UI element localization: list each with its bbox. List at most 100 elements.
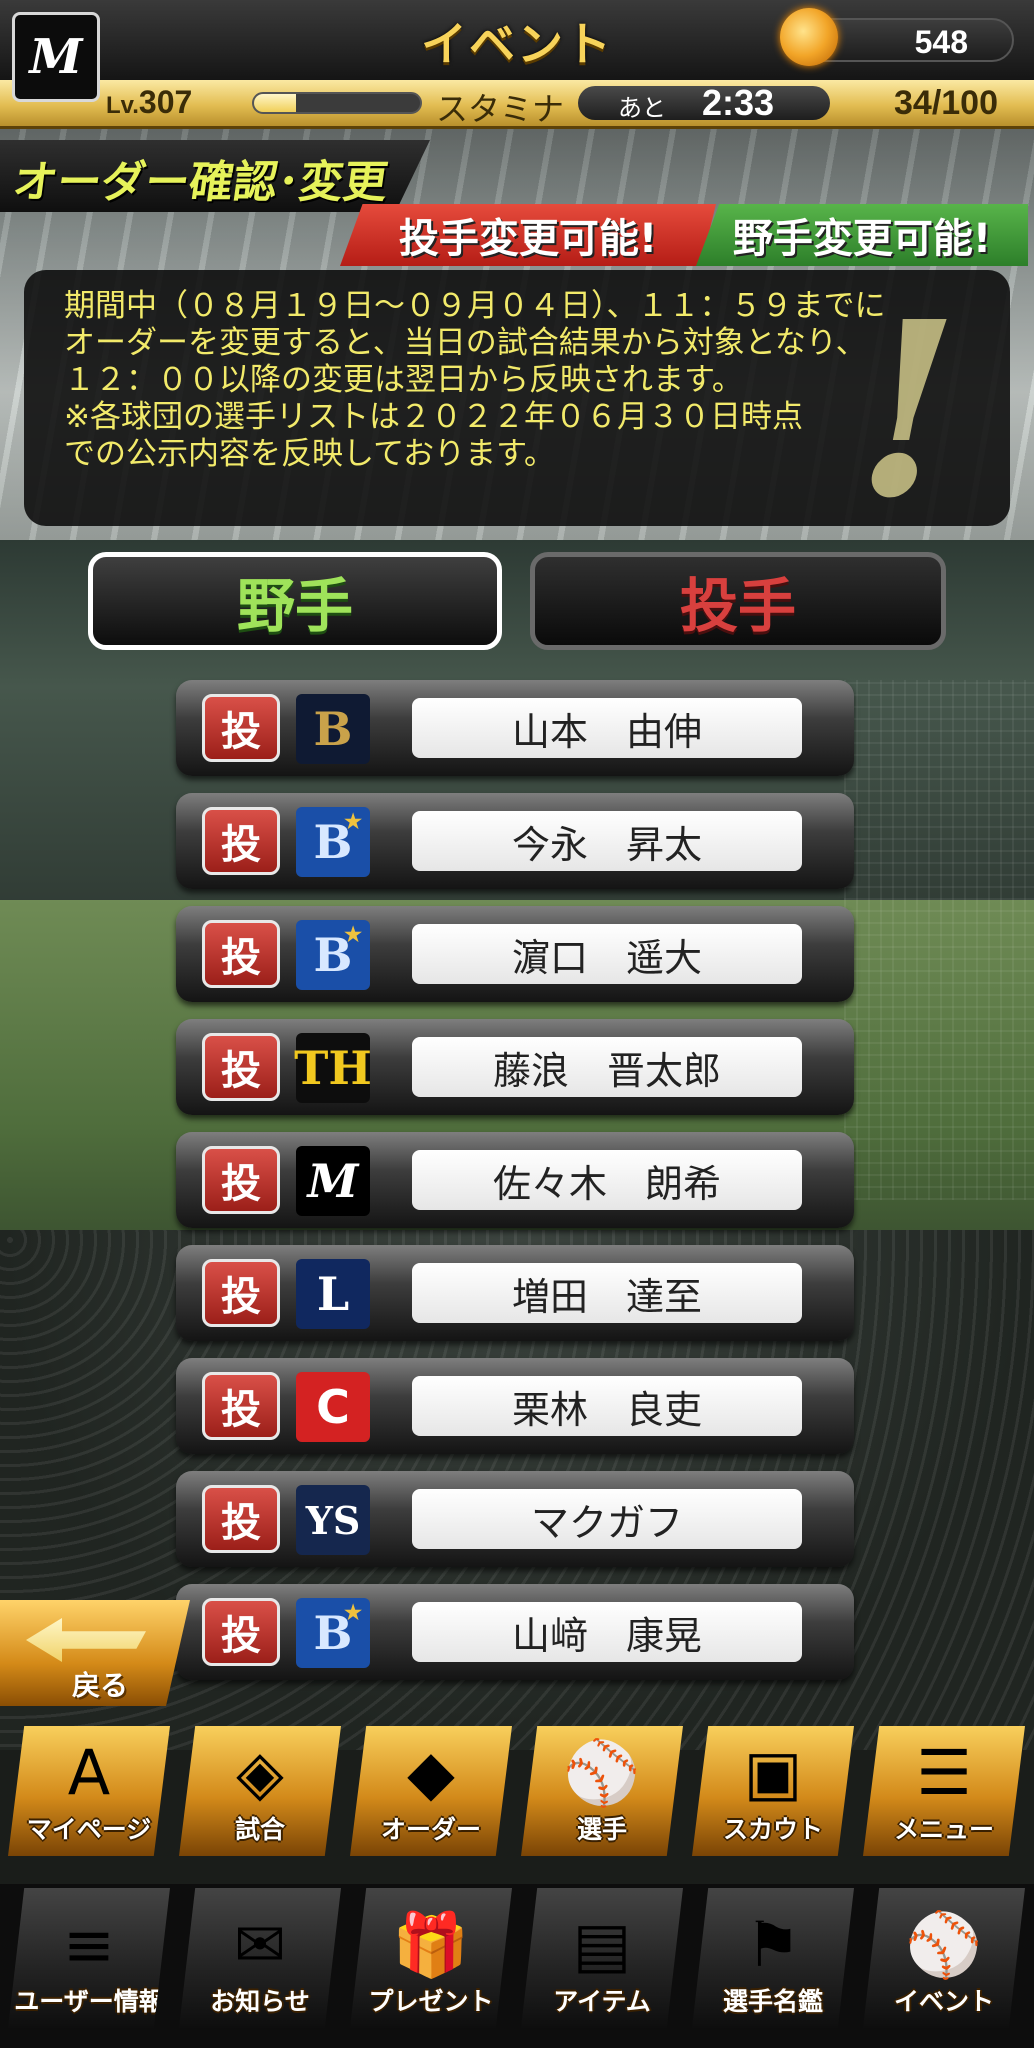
nav-label: イベント: [893, 1987, 994, 2016]
fielder-changeable-badge: 野手変更可能!: [696, 204, 1028, 266]
player-name: 今永 昇太: [412, 811, 802, 871]
player-row[interactable]: 投 L 増田 達至: [176, 1245, 854, 1341]
nav-label: スカウト: [722, 1815, 823, 1844]
nav-present[interactable]: 🎁 プレゼント: [350, 1888, 512, 2028]
nav-label: お知らせ: [210, 1987, 310, 2016]
player-name: 栗林 良吏: [412, 1376, 802, 1436]
stamina-label: スタミナ: [436, 90, 565, 128]
nav-player-directory[interactable]: ⚑ 選手名鑑: [692, 1888, 854, 2028]
pitcher-changeable-badge: 投手変更可能!: [340, 204, 716, 266]
coin-count: 548: [914, 24, 968, 60]
coin-counter[interactable]: 548: [780, 8, 1014, 66]
tab-pitcher[interactable]: 投手: [530, 552, 946, 650]
nav-player[interactable]: ⚾ 選手: [521, 1726, 683, 1856]
orix-buffaloes-logo: B: [296, 694, 370, 764]
player-row[interactable]: 投 M 佐々木 朗希: [176, 1132, 854, 1228]
stamina-value: 34/100: [894, 84, 998, 122]
user-info-icon: ≡: [63, 1908, 115, 1981]
nav-label: 試合: [234, 1815, 285, 1844]
scout-card-icon: ▣: [743, 1736, 803, 1809]
nav-menu[interactable]: ☰ メニュー: [863, 1726, 1025, 1856]
nav-user-info[interactable]: ≡ ユーザー情報: [8, 1888, 170, 2028]
top-header: イベント 548: [0, 0, 1034, 80]
nav-label: メニュー: [893, 1815, 994, 1844]
event-icon: ⚾: [905, 1908, 983, 1981]
notice-line: 期間中（０８月１９日～０９月０４日）、１１：５９までに: [64, 288, 886, 324]
marines-logo[interactable]: M: [12, 12, 100, 102]
baystars-logo: B: [296, 920, 370, 990]
nav-label: ユーザー情報: [14, 1987, 164, 2016]
notice-icon: ✉: [234, 1908, 286, 1981]
stadium-icon: ◈: [236, 1736, 284, 1809]
position-badge: 投: [202, 1259, 280, 1327]
position-badge: 投: [202, 1372, 280, 1440]
level-display: Lv.307: [106, 84, 193, 120]
back-button[interactable]: 戻る: [0, 1600, 190, 1706]
player-row[interactable]: 投 YS マクガフ: [176, 1471, 854, 1567]
exp-fill: [254, 94, 296, 112]
nav-mypage[interactable]: A マイページ: [8, 1726, 170, 1856]
position-badge: 投: [202, 920, 280, 988]
nav-label: 選手名鑑: [722, 1987, 823, 2016]
player-directory-icon: ⚑: [745, 1908, 801, 1981]
mypage-icon: A: [67, 1736, 111, 1809]
player-row[interactable]: 投 C 栗林 良吏: [176, 1358, 854, 1454]
player-name: 藤浪 晋太郎: [412, 1037, 802, 1097]
baystars-logo: B: [296, 807, 370, 877]
back-arrow-icon: [26, 1618, 146, 1662]
position-badge: 投: [202, 1146, 280, 1214]
notice-box: ! 期間中（０８月１９日～０９月０４日）、１１：５９までに オーダーを変更すると…: [24, 270, 1010, 526]
nav-item-book[interactable]: ▤ アイテム: [521, 1888, 683, 2028]
nav-label: プレゼント: [368, 1987, 494, 2016]
menu-icon: ☰: [916, 1736, 972, 1809]
main-nav: A マイページ ◈ 試合 ◆ オーダー ⚾ 選手 ▣ スカウト ☰ メニュー: [0, 1716, 1034, 1866]
notice-line: での公示内容を反映しております。: [64, 436, 556, 472]
player-name: 増田 達至: [412, 1263, 802, 1323]
notice-line: １２：００以降の変更は翌日から反映されます。: [64, 362, 743, 398]
position-badge: 投: [202, 1485, 280, 1553]
order-title-banner: オーダー確認･変更: [0, 140, 430, 212]
order-field-icon: ◆: [407, 1736, 455, 1809]
remaining-label: あと: [618, 94, 666, 122]
nav-event[interactable]: ⚾ イベント: [863, 1888, 1025, 2028]
tab-fielder[interactable]: 野手: [88, 552, 502, 650]
stamina-timer: 2:33: [702, 82, 775, 123]
player-row[interactable]: 投 B 山本 由伸: [176, 680, 854, 776]
item-book-icon: ▤: [572, 1908, 632, 1981]
player-row[interactable]: 投B 今永 昇太: [176, 793, 854, 889]
player-name: マクガフ: [412, 1489, 802, 1549]
player-row[interactable]: 投B 濵口 遥大: [176, 906, 854, 1002]
back-label: 戻る: [72, 1669, 129, 1702]
player-icon: ⚾: [563, 1736, 641, 1809]
nav-stadium[interactable]: ◈ 試合: [179, 1726, 341, 1856]
position-badge: 投: [202, 694, 280, 762]
position-badge: 投: [202, 1598, 280, 1666]
outfield-net: [844, 680, 1034, 1200]
nav-label: オーダー: [380, 1815, 481, 1844]
position-badge: 投: [202, 1033, 280, 1101]
nav-scout-card[interactable]: ▣ スカウト: [692, 1726, 854, 1856]
tigers-logo: TH: [294, 1033, 372, 1103]
player-row[interactable]: 投 TH 藤浪 晋太郎: [176, 1019, 854, 1115]
carp-logo: C: [296, 1372, 370, 1442]
exp-bar: [252, 92, 422, 114]
player-name: 佐々木 朗希: [412, 1150, 802, 1210]
player-row[interactable]: 投B 山﨑 康晃: [176, 1584, 854, 1680]
nav-label: アイテム: [553, 1987, 651, 2016]
notice-line: オーダーを変更すると、当日の試合結果から対象となり、: [64, 325, 867, 361]
player-name: 山本 由伸: [412, 698, 802, 758]
sub-nav: ≡ ユーザー情報 ✉ お知らせ 🎁 プレゼント ▤ アイテム ⚑ 選手名鑑 ⚾ イベント: [0, 1884, 1034, 2048]
lions-logo: L: [296, 1259, 370, 1329]
marines-logo: M: [296, 1146, 370, 1216]
present-icon: 🎁: [392, 1908, 470, 1981]
nav-order-field[interactable]: ◆ オーダー: [350, 1726, 512, 1856]
player-name: 濵口 遥大: [412, 924, 802, 984]
nav-label: マイページ: [26, 1815, 152, 1844]
nav-notice[interactable]: ✉ お知らせ: [179, 1888, 341, 2028]
stamina-timer-box: あと 2:33: [578, 82, 830, 123]
status-bar: Lv.307 スタミナ あと 2:33 34/100: [0, 80, 1034, 129]
position-badge: 投: [202, 807, 280, 875]
baystars-logo: B: [296, 1598, 370, 1668]
player-name: 山﨑 康晃: [412, 1602, 802, 1662]
swallows-logo: YS: [296, 1485, 370, 1555]
